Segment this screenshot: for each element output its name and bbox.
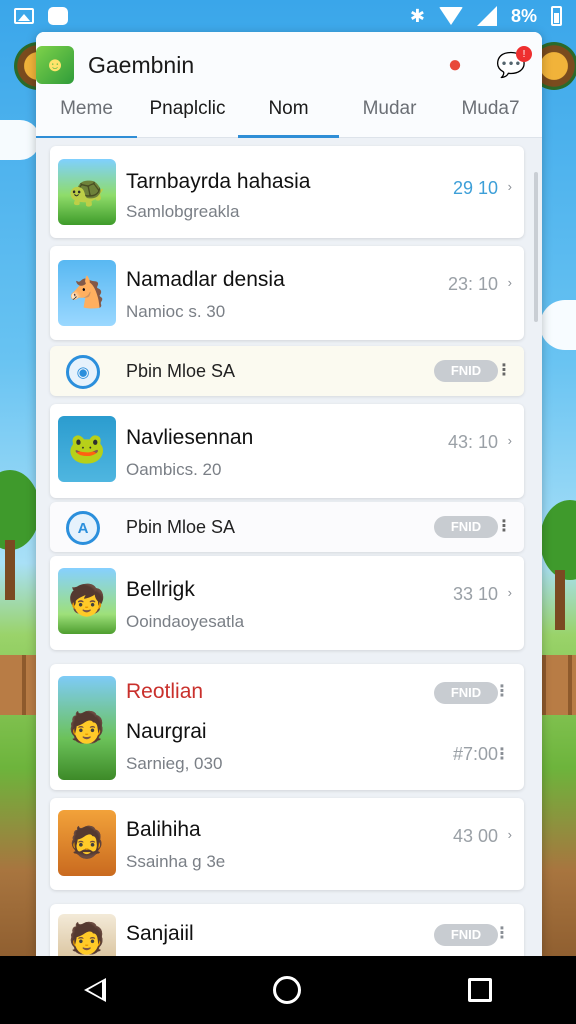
more-options-icon[interactable]: ⋮ — [494, 681, 510, 701]
chevron-right-icon: › — [507, 275, 512, 290]
tab-bar: Meme Pnaplclic Nom Mudar Muda7 — [36, 98, 542, 138]
notification-dot: ! — [516, 46, 532, 62]
chevron-right-icon: › — [507, 827, 512, 842]
app-title: Gaembnin — [88, 51, 195, 78]
more-options-icon[interactable]: ⋮ — [494, 923, 510, 943]
list-item[interactable]: 🧑 Reotlian FNID ⋮ Naurgrai Sarnieg, 030 … — [50, 664, 524, 790]
game-thumbnail: 🐢 — [58, 159, 116, 225]
tab-mudar[interactable]: Mudar — [339, 98, 440, 138]
character-icon: 🧔 — [68, 826, 106, 860]
navigation-bar — [0, 956, 576, 1024]
promo-label: Pbin Mloe SA — [126, 517, 236, 537]
game-thumbnail: 🐴 — [58, 260, 116, 326]
game-meta: 43: 10 — [447, 432, 498, 452]
game-meta: 43 00 — [452, 826, 498, 846]
game-thumbnail: 🧔 — [58, 810, 116, 876]
game-thumbnail: 🧑 — [58, 914, 116, 956]
game-thumbnail: 🧑 — [58, 676, 116, 780]
game-thumbnail: 🐸 — [58, 416, 116, 482]
more-options-icon[interactable]: ⋮ — [494, 744, 510, 764]
status-right: ✱ 8% — [410, 6, 562, 27]
find-badge[interactable]: FNID — [434, 682, 498, 704]
chevron-right-icon: › — [507, 179, 512, 194]
list-item[interactable]: 🧒 Bellrigk Ooindaoyesatla 33 10 › — [50, 556, 524, 650]
cell-signal-icon — [476, 6, 497, 26]
wifi-icon — [438, 7, 463, 25]
character-icon: 🧒 — [68, 584, 106, 618]
game-subtitle: Samlobgreakla — [126, 202, 240, 221]
promo-item[interactable]: A Pbin Mloe SA FNID ⋮ — [50, 502, 524, 552]
fruit-rewards-icon[interactable]: ● — [438, 48, 472, 82]
battery-icon — [551, 6, 562, 26]
character-icon: 🐸 — [68, 432, 106, 466]
game-subtitle: Ssainha g 3e — [126, 852, 226, 871]
character-icon: 🐢 — [68, 175, 106, 209]
game-title-highlight: Reotlian — [126, 680, 204, 703]
recent-apps-icon[interactable] — [468, 978, 493, 1002]
gallery-notification-icon — [14, 8, 34, 24]
game-meta: 29 10 — [452, 178, 498, 198]
background-tree-trunk — [5, 540, 15, 600]
game-subtitle: Sarnieg, 030 — [126, 754, 223, 773]
tab-nom[interactable]: Nom — [238, 98, 339, 138]
background-tree — [540, 500, 576, 580]
game-meta: #7:00 — [452, 744, 498, 764]
status-left — [14, 7, 68, 25]
tab-muda7[interactable]: Muda7 — [440, 98, 541, 138]
home-icon[interactable] — [272, 976, 301, 1004]
list-item[interactable]: 🐢 Tarnbayrda hahasia Samlobgreakla 29 10… — [50, 146, 524, 238]
back-icon[interactable] — [83, 978, 106, 1002]
app-notification-icon — [48, 7, 68, 25]
promo-label: Pbin Mloe SA — [126, 361, 236, 381]
app-logo-icon[interactable]: ☻ — [36, 46, 74, 84]
list-item[interactable]: 🐴 Namadlar densia Namioc s. 30 23: 10 › — [50, 246, 524, 340]
background-tree-trunk — [555, 570, 565, 630]
background-tree — [0, 470, 40, 550]
tab-meme[interactable]: Meme — [36, 98, 137, 138]
find-badge[interactable]: FNID — [434, 360, 498, 382]
location-pin-icon: ◉ — [66, 355, 100, 389]
game-name: Naurgrai — [126, 720, 207, 743]
more-options-icon[interactable]: ⋮ — [496, 360, 512, 380]
game-meta: 23: 10 — [447, 274, 498, 294]
chevron-right-icon: › — [507, 433, 512, 448]
main-panel: ☻ Gaembnin ● 💬 ! Meme Pnaplclic Nom Muda… — [36, 32, 542, 956]
list-item[interactable]: 🧔 Balihiha Ssainha g 3e 43 00 › — [50, 798, 524, 890]
app-header: ☻ Gaembnin ● 💬 ! — [36, 32, 542, 98]
game-name: Balihiha — [126, 818, 201, 841]
game-meta: 33 10 — [452, 584, 498, 604]
game-subtitle: Ooindaoyesatla — [126, 612, 245, 631]
more-options-icon[interactable]: ⋮ — [496, 516, 512, 536]
list-item[interactable]: 🐸 Navliesennan Oambics. 20 43: 10 › — [50, 404, 524, 498]
game-subtitle: Oambics. 20 — [126, 460, 222, 479]
game-name: Tarnbayrda hahasia — [126, 170, 311, 193]
list-item[interactable]: 🧑 Sanjaiil FNID ⋮ — [50, 904, 524, 956]
game-name: Namadlar densia — [126, 268, 285, 291]
chat-icon[interactable]: 💬 ! — [494, 46, 532, 82]
battery-percentage: 8% — [510, 5, 537, 26]
tab-pnaplclic[interactable]: Pnaplclic — [137, 98, 238, 138]
background-cloud — [0, 120, 40, 160]
game-name: Sanjaiil — [126, 922, 194, 945]
bluetooth-icon: ✱ — [409, 5, 425, 26]
find-badge[interactable]: FNID — [434, 516, 498, 538]
location-pin-icon: A — [66, 511, 100, 545]
game-thumbnail: 🧒 — [58, 568, 116, 634]
game-name: Navliesennan — [126, 426, 254, 449]
character-icon: 🐴 — [68, 276, 106, 310]
status-bar: ✱ 8% — [0, 0, 576, 32]
find-badge[interactable]: FNID — [434, 924, 498, 946]
scrollbar[interactable] — [534, 172, 538, 322]
chevron-right-icon: › — [507, 585, 512, 600]
game-name: Bellrigk — [126, 578, 195, 601]
game-subtitle: Namioc s. 30 — [126, 302, 226, 321]
promo-item[interactable]: ◉ Pbin Mloe SA FNID ⋮ — [50, 346, 524, 396]
character-icon: 🧑 — [68, 922, 106, 956]
character-icon: 🧑 — [68, 711, 106, 745]
background-cloud — [540, 300, 576, 350]
